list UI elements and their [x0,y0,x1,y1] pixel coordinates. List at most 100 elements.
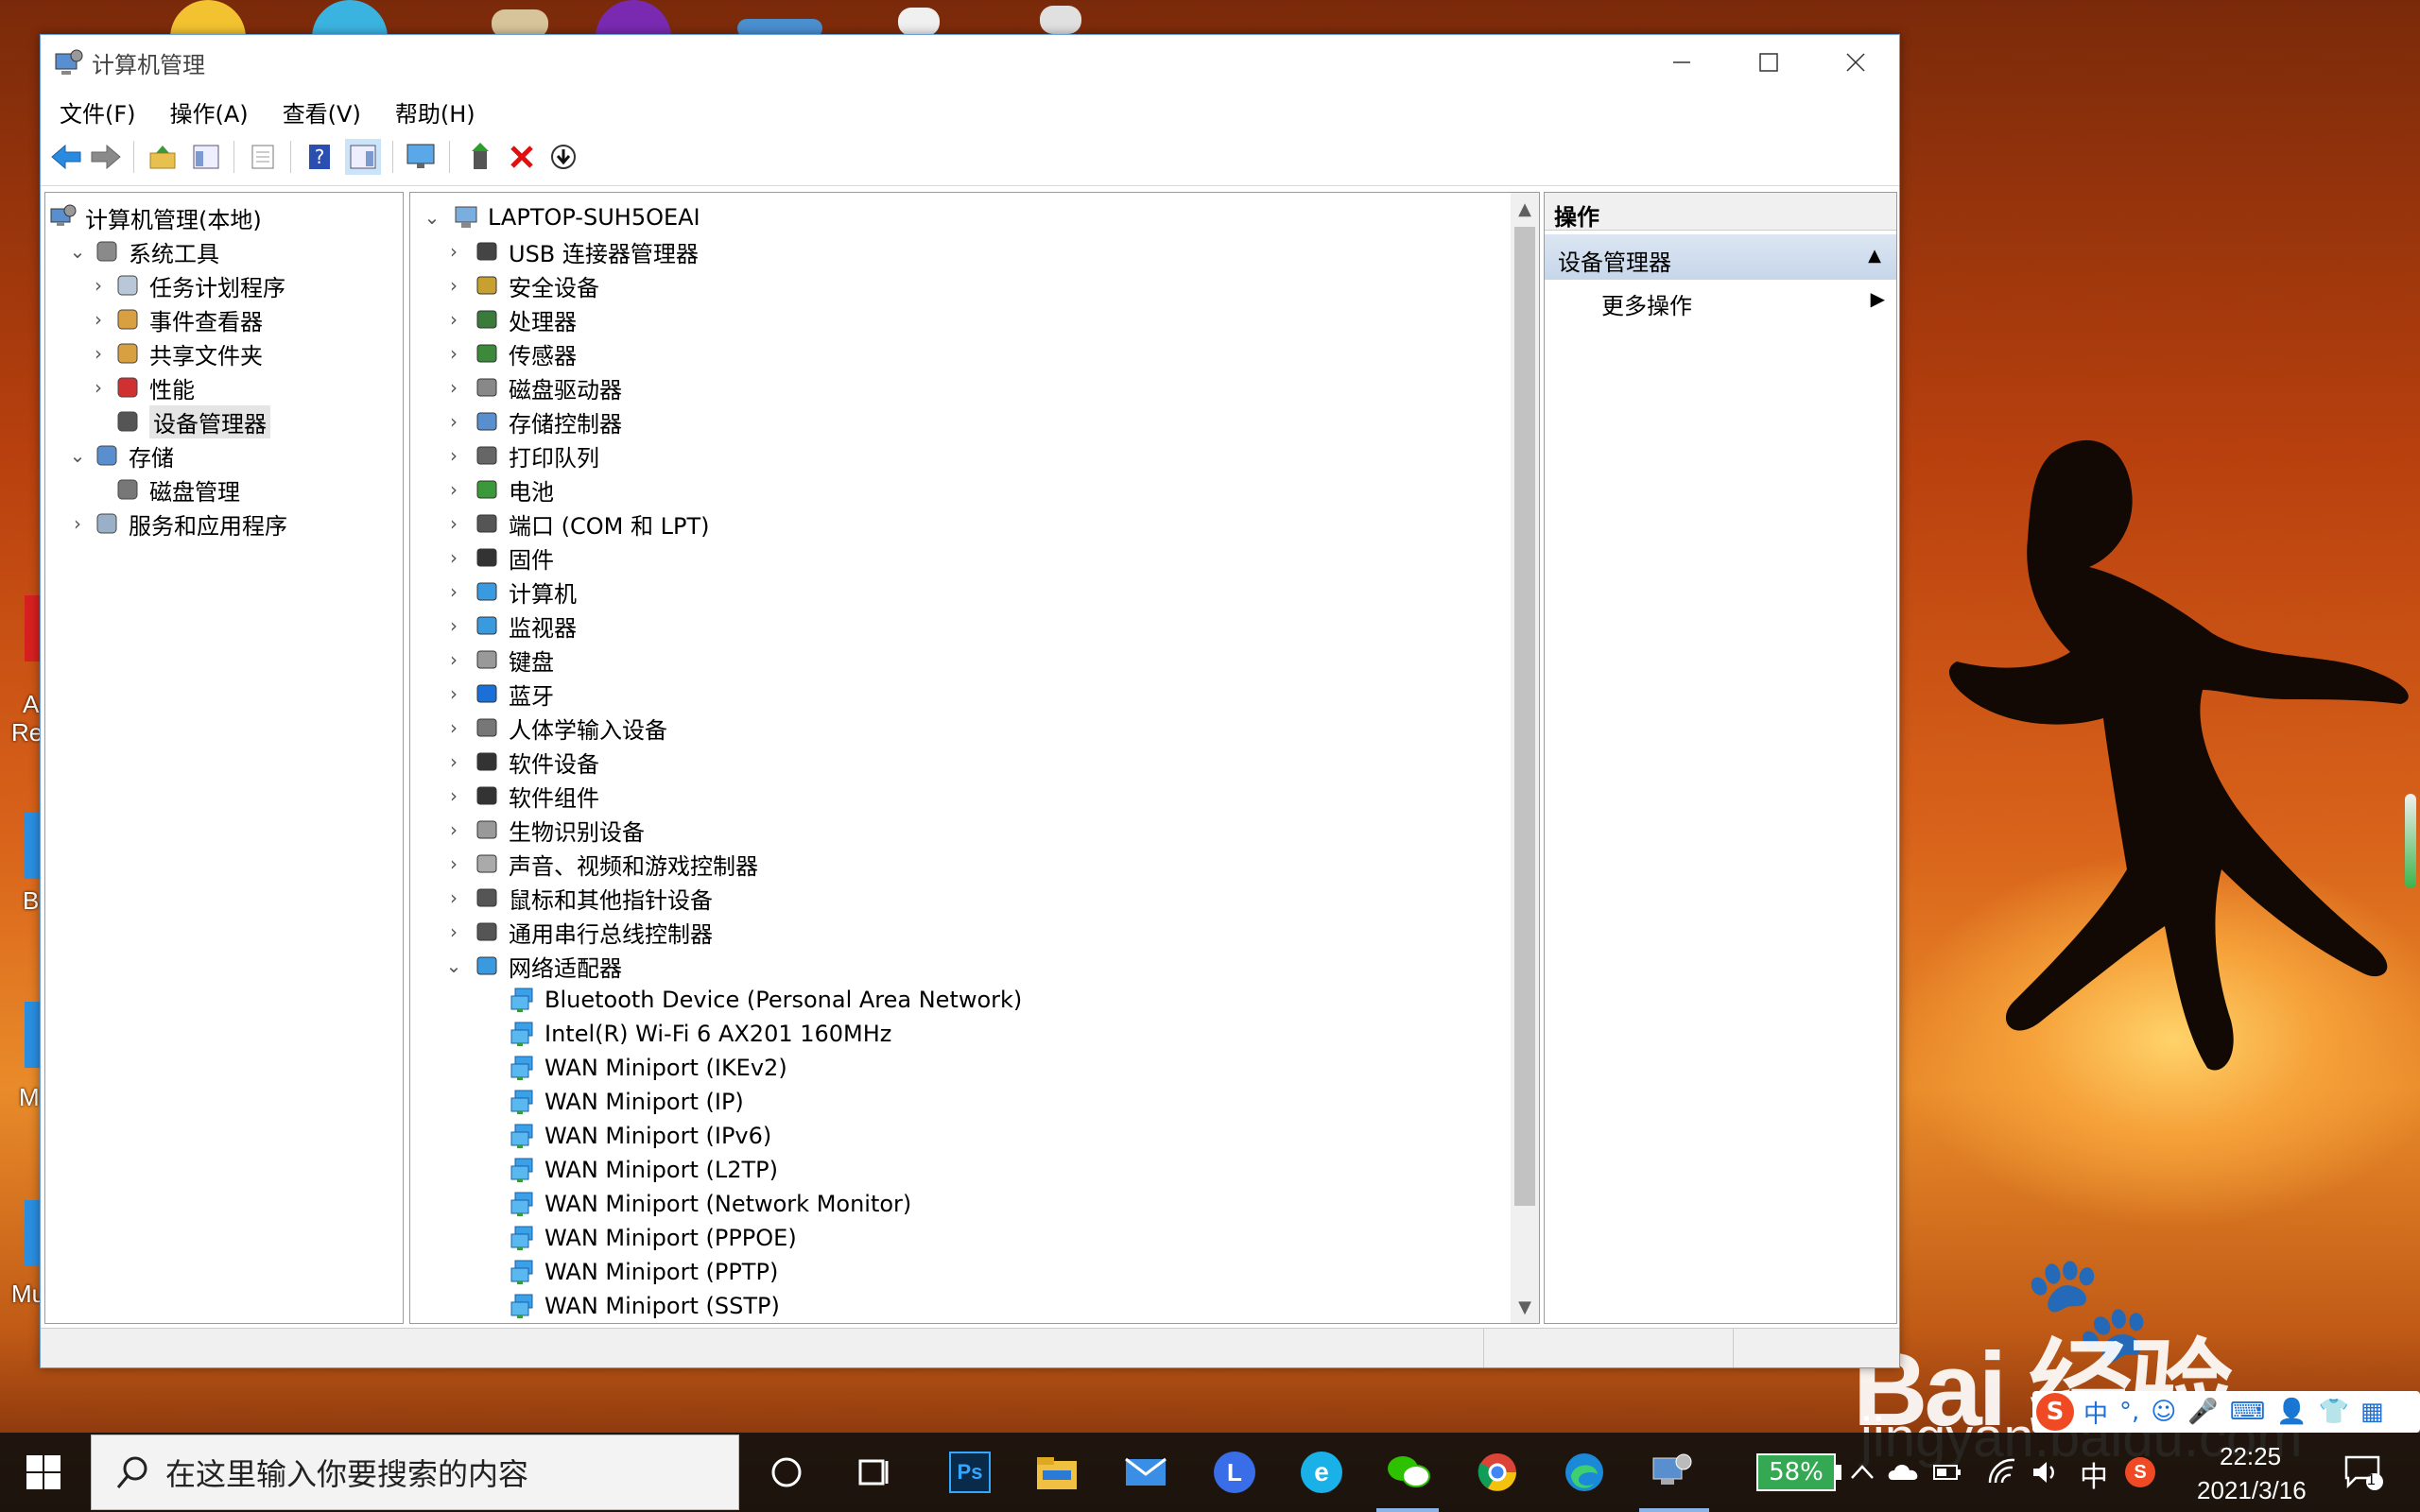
network-adapter-item[interactable]: WAN Miniport (SSTP) [509,1289,780,1323]
tree-item-7[interactable]: 磁盘管理 [113,472,240,507]
device-category-4[interactable]: › 磁盘驱动器 [450,370,622,404]
device-category-21[interactable]: ⌄ 网络适配器 [446,949,622,983]
windows-start-icon[interactable] [23,1452,64,1493]
tree-root[interactable]: 计算机管理(本地) [49,200,262,234]
chevron-right-icon[interactable]: › [444,370,463,404]
device-category-0[interactable]: › USB 连接器管理器 [450,234,699,268]
network-adapter-item[interactable]: WAN Miniport (PPPOE) [509,1221,797,1255]
chevron-right-icon[interactable]: › [444,779,463,813]
chevron-right-icon[interactable]: › [444,575,463,609]
device-category-17[interactable]: › 生物识别设备 [450,813,645,847]
network-adapter-item[interactable]: WAN Miniport (Network Monitor) [509,1187,911,1221]
chevron-down-icon[interactable]: ⌄ [420,200,444,234]
ime-skin-icon[interactable]: 👕 [2319,1398,2349,1426]
device-category-8[interactable]: › 端口 (COM 和 LPT) [450,507,709,541]
network-adapter-item[interactable]: WAN Miniport (IP) [509,1085,744,1119]
desktop-icon-left-1[interactable] [25,595,40,662]
device-category-20[interactable]: › 通用串行总线控制器 [450,915,713,949]
mail-icon[interactable] [1119,1446,1172,1499]
ime-keyboard-icon[interactable]: ⌨ [2230,1398,2266,1426]
vertical-scrollbar[interactable]: ▲ ▼ [1511,193,1539,1323]
battery-indicator[interactable]: 58% [1756,1453,1836,1491]
ime-mode-label[interactable]: 中 [2083,1395,2108,1430]
chevron-right-icon[interactable]: › [444,404,463,438]
chevron-right-icon[interactable]: › [444,507,463,541]
photoshop-icon[interactable]: Ps [943,1446,996,1499]
desktop-icon-6[interactable] [898,8,940,36]
device-category-6[interactable]: › 打印队列 [450,438,599,472]
chevron-right-icon[interactable]: › [444,847,463,881]
desktop-right-edge-widget[interactable] [2405,794,2416,888]
close-button[interactable] [1812,35,1899,90]
chevron-right-icon[interactable]: › [444,472,463,507]
chevron-right-icon[interactable]: › [444,677,463,711]
scroll-thumb[interactable] [1514,227,1535,1206]
show-hide-tree-button[interactable] [188,139,224,175]
help-button[interactable]: ? [302,139,337,175]
device-category-14[interactable]: › 人体学输入设备 [450,711,667,745]
sogou-icon[interactable]: S [2036,1393,2074,1431]
ime-menu-icon[interactable]: ▦ [2360,1398,2384,1426]
back-button[interactable] [48,139,84,175]
chevron-right-icon[interactable]: › [89,268,108,302]
device-category-5[interactable]: › 存储控制器 [450,404,622,438]
chevron-right-icon[interactable]: › [444,302,463,336]
tree-item-1[interactable]: › 任务计划程序 [95,268,285,302]
chevron-right-icon[interactable]: › [444,711,463,745]
tree-item-2[interactable]: › 事件查看器 [95,302,263,336]
chevron-right-icon[interactable]: › [68,507,87,541]
collapse-triangle-icon[interactable]: ▲ [1868,246,1881,266]
desktop-icon-left-3[interactable] [25,1002,40,1068]
device-category-13[interactable]: › 蓝牙 [450,677,554,711]
menu-help[interactable]: 帮助(H) [376,90,491,129]
wifi-icon[interactable] [1983,1446,2021,1499]
network-adapter-item[interactable]: Intel(R) Wi-Fi 6 AX201 160MHz [509,1017,891,1051]
ime-toolbar[interactable]: S 中 °, ☺ 🎤 ⌨ 👤 👕 ▦ [2032,1391,2420,1433]
device-category-10[interactable]: › 计算机 [450,575,577,609]
file-explorer-icon[interactable] [1030,1446,1083,1499]
desktop-icon-2[interactable] [312,0,388,38]
chevron-right-icon[interactable]: › [444,915,463,949]
tree-item-3[interactable]: › 共享文件夹 [95,336,263,370]
desktop-icon-1[interactable] [170,0,246,38]
chevron-right-icon[interactable]: › [444,609,463,643]
update-driver-button[interactable] [462,139,498,175]
device-category-15[interactable]: › 软件设备 [450,745,599,779]
desktop-icon-left-2[interactable] [25,813,40,879]
device-category-1[interactable]: › 安全设备 [450,268,599,302]
ime-emoji-icon[interactable]: ☺ [2151,1398,2176,1426]
device-category-19[interactable]: › 鼠标和其他指针设备 [450,881,713,915]
input-method-indicator[interactable]: 中 [2080,1453,2108,1495]
ime-mic-icon[interactable]: 🎤 [2187,1398,2218,1426]
clock-date[interactable]: 2021/3/16 [2197,1476,2307,1505]
tree-item-4[interactable]: › 性能 [95,370,195,404]
ime-user-icon[interactable]: 👤 [2276,1398,2307,1426]
chevron-right-icon[interactable]: › [444,438,463,472]
device-category-9[interactable]: › 固件 [450,541,554,575]
device-category-11[interactable]: › 监视器 [450,609,577,643]
onedrive-cloud-icon[interactable] [1885,1446,1923,1499]
cortana-icon[interactable] [760,1446,813,1499]
network-adapter-item[interactable]: WAN Miniport (IPv6) [509,1119,771,1153]
uninstall-device-button[interactable] [504,139,540,175]
device-category-18[interactable]: › 声音、视频和游戏控制器 [450,847,758,881]
power-status-icon[interactable] [1928,1446,1966,1499]
desktop-icon-left-4[interactable] [25,1200,40,1266]
chevron-right-icon[interactable]: › [89,370,108,404]
scan-hardware-button[interactable] [404,139,440,175]
scroll-down-arrow-icon[interactable]: ▼ [1511,1291,1539,1323]
tree-item-0[interactable]: ⌄ 系统工具 [70,234,219,268]
more-actions-link[interactable]: 更多操作 ▶ [1601,287,1885,320]
chevron-right-icon[interactable]: › [444,234,463,268]
lark-app-icon[interactable]: L [1208,1446,1261,1499]
sogou-tray-icon[interactable]: S [2121,1446,2159,1499]
task-view-icon[interactable] [849,1446,902,1499]
network-adapter-item[interactable]: WAN Miniport (IKEv2) [509,1051,787,1085]
device-category-7[interactable]: › 电池 [450,472,554,507]
chevron-right-icon[interactable]: › [444,881,463,915]
chevron-right-icon[interactable]: › [89,302,108,336]
title-bar[interactable]: 计算机管理 [41,35,1899,90]
view-pane-button[interactable] [345,139,381,175]
desktop-icon-4[interactable] [596,0,671,38]
menu-action[interactable]: 操作(A) [151,90,264,129]
